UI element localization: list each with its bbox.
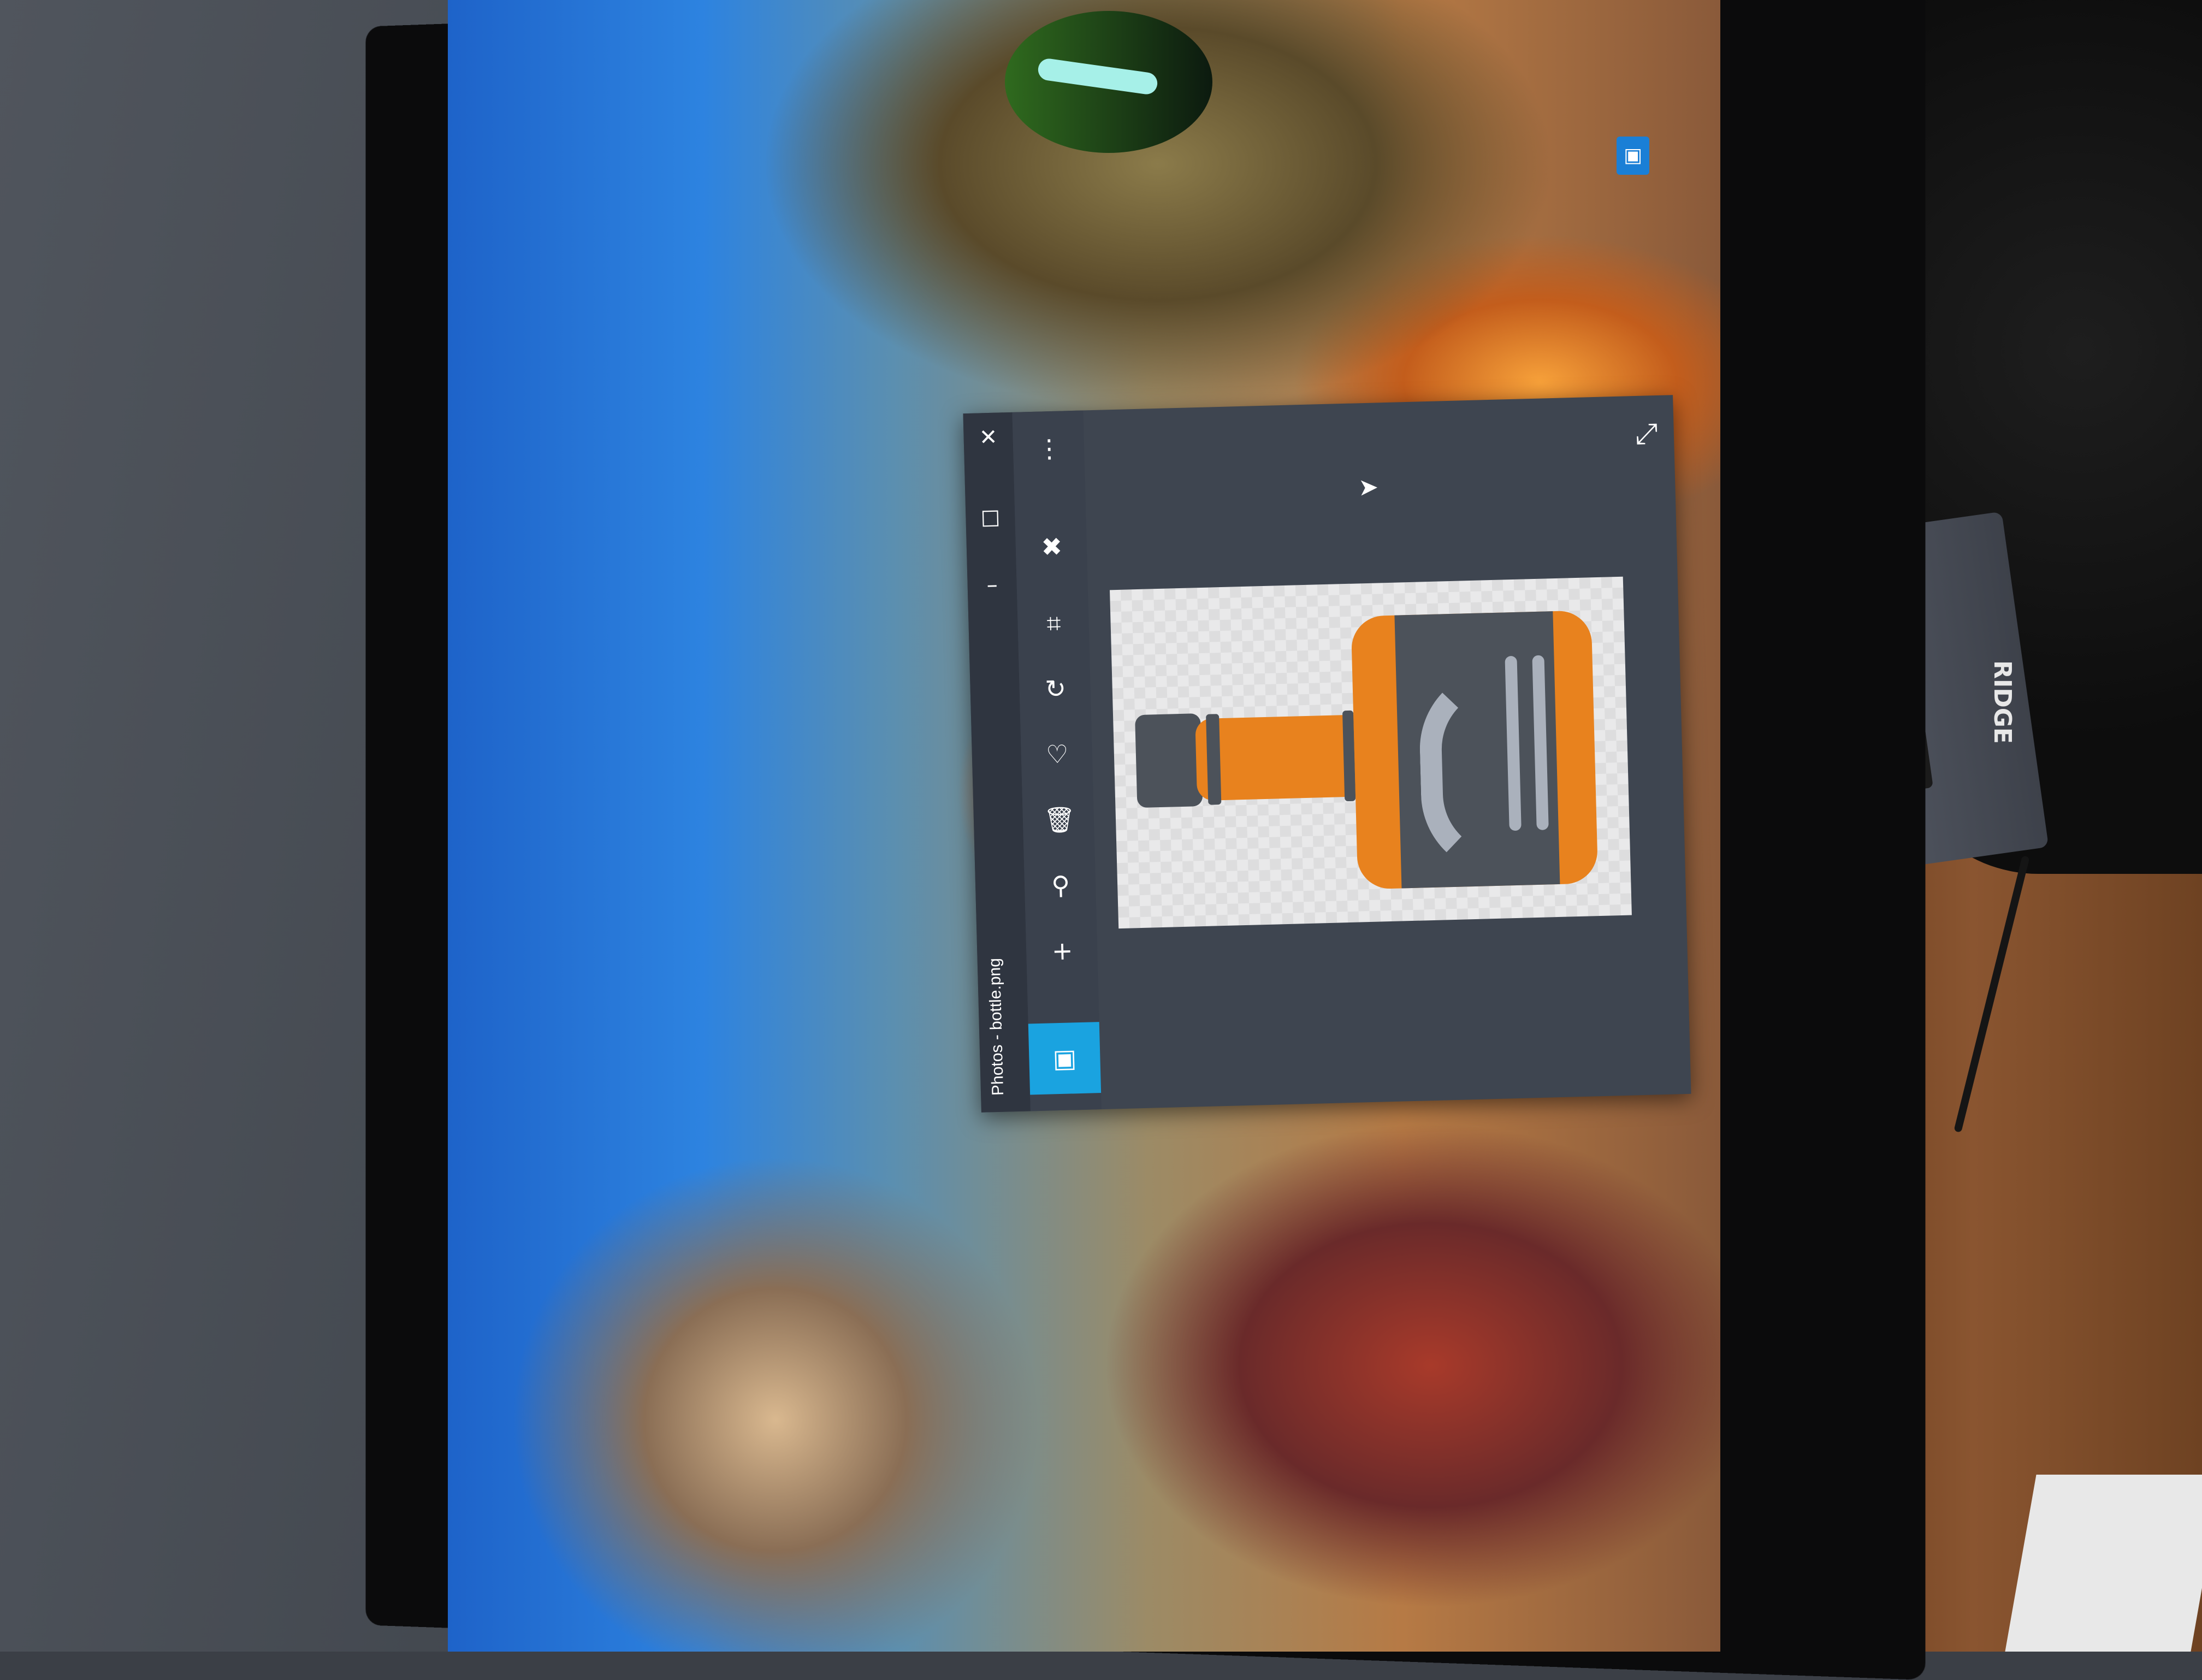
zoom-icon[interactable]: ⚲ <box>1045 869 1076 901</box>
desktop-screen: ▣ ✕ ☐ – Photos - bottle.png ⋮ ✖ ⌗ ↻ ♡ 🗑 … <box>448 0 1720 1652</box>
bottle-ring <box>1206 714 1222 805</box>
usb-hub-brand: RIDGE <box>1988 660 2016 744</box>
delete-icon[interactable]: 🗑 <box>1043 804 1076 835</box>
view-icon[interactable]: ▣ <box>1028 1022 1102 1095</box>
mouse-cursor-icon: ➤ <box>1358 473 1379 502</box>
floor-light <box>2005 1475 2202 1652</box>
window-title: Photos - bottle.png <box>985 957 1008 1096</box>
add-icon[interactable]: + <box>1047 935 1078 966</box>
image-canvas[interactable] <box>1110 576 1632 929</box>
expand-icon[interactable]: ⤢ <box>1630 417 1664 451</box>
more-options-icon[interactable]: ⋮ <box>1033 433 1064 464</box>
minimize-icon[interactable]: – <box>978 571 1006 599</box>
close-icon[interactable]: ✕ <box>974 423 1002 451</box>
maximize-icon[interactable]: ☐ <box>976 505 1004 533</box>
crop-icon[interactable]: ⌗ <box>1038 607 1069 638</box>
photos-app-window: ✕ ☐ – Photos - bottle.png ⋮ ✖ ⌗ ↻ ♡ 🗑 ⚲ … <box>963 395 1691 1113</box>
bottle-cap <box>1135 713 1203 808</box>
desktop-shortcut-icon[interactable]: ▣ <box>1617 137 1649 175</box>
enhance-icon[interactable]: ✖ <box>1036 531 1067 562</box>
rotate-icon[interactable]: ↻ <box>1040 673 1071 704</box>
favorite-icon[interactable]: ♡ <box>1041 738 1073 770</box>
